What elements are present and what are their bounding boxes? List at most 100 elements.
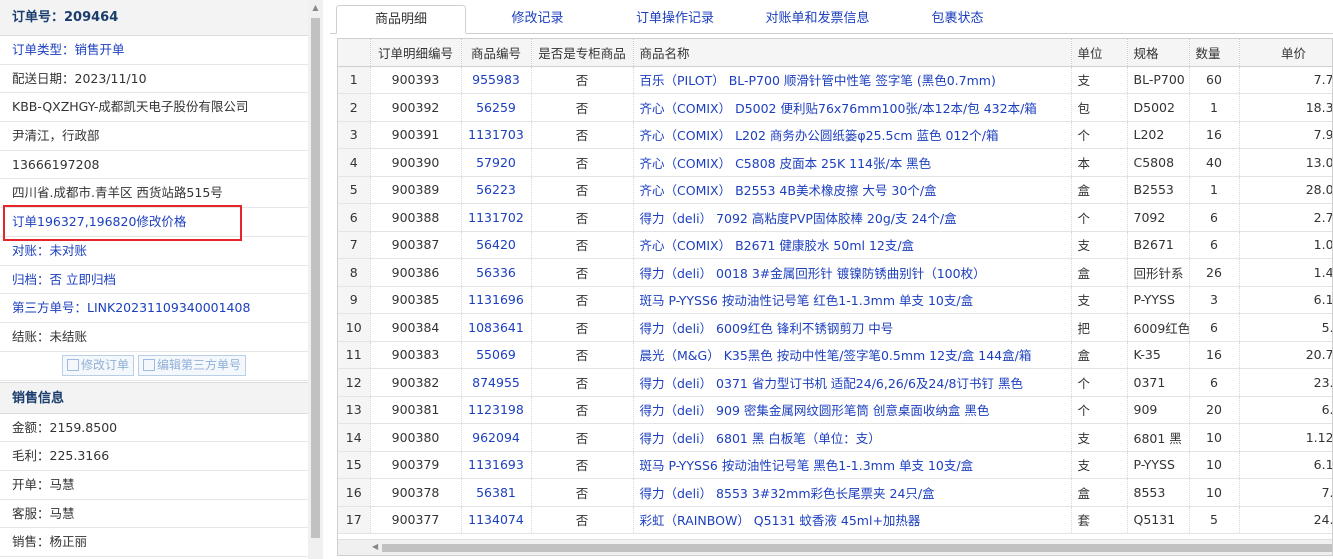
col-header-product-code[interactable]: 商品编号 [461, 39, 532, 67]
unit-price: 24.8 [1239, 506, 1332, 534]
product-code-link[interactable]: 1134074 [461, 506, 532, 534]
row-number: 15 [338, 451, 371, 479]
product-name-link[interactable]: 得力（deli） 909 密集金属网纹圆形笔筒 创意桌面收纳盒 黑色 [633, 396, 1072, 424]
col-header-detail-id[interactable]: 订单明细编号 [370, 39, 462, 67]
detail-id: 900385 [370, 286, 462, 314]
scroll-up-icon[interactable]: ▲ [308, 0, 323, 15]
product-name-link[interactable]: 得力（deli） 8553 3#32mm彩色长尾票夹 24只/盒 [633, 478, 1072, 507]
product-code-link[interactable]: 1131702 [461, 203, 532, 232]
product-code-link[interactable]: 874955 [461, 368, 532, 397]
table-row[interactable]: 6 900388 1131702 否得力（deli） 7092 高粘度PVP固体胶棒 … [338, 203, 1332, 232]
table-row[interactable]: 5 900389 56223 否齐心（COMIX） B2553 4B美术橡皮擦 大号 … [338, 176, 1332, 204]
product-name-link[interactable]: 齐心（COMIX） B2671 健康胶水 50ml 12支/盒 [633, 231, 1072, 259]
sales-profit: 毛利：225.3166 [0, 442, 308, 471]
table-row[interactable]: 12 900382 874955 否得力（deli） 0371 省力型订书机 适配24… [338, 368, 1332, 397]
product-code-link[interactable]: 57920 [461, 148, 532, 177]
table-row[interactable]: 4 900390 57920 否齐心（COMIX） C5808 皮面本 25K 114… [338, 148, 1332, 177]
product-code-link[interactable]: 56223 [461, 176, 532, 204]
product-name-link[interactable]: 齐心（COMIX） C5808 皮面本 25K 114张/本 黑色 [633, 148, 1072, 177]
row-number: 2 [338, 93, 371, 122]
product-code-link[interactable]: 56336 [461, 258, 532, 287]
col-header-unit[interactable]: 单位 [1071, 39, 1128, 67]
product-code-link[interactable]: 1131693 [461, 451, 532, 479]
col-header-price[interactable]: 单价 [1239, 39, 1332, 67]
product-code-link[interactable]: 1083641 [461, 313, 532, 342]
product-name-link[interactable]: 得力（deli） 6009红色 锋利不锈钢剪刀 中号 [633, 313, 1072, 342]
product-name-link[interactable]: 得力（deli） 6801 黑 白板笔（单位：支） [633, 423, 1072, 452]
product-name-link[interactable]: 百乐（PILOT） BL-P700 顺滑针管中性笔 签字笔 (黑色0.7mm) [633, 66, 1072, 94]
table-row[interactable]: 11 900383 55069 否晨光（M&G） K35黑色 按动中性笔/签字笔0.5… [338, 341, 1332, 369]
order-type-value[interactable]: 销售开单 [75, 42, 125, 57]
product-code-link[interactable]: 955983 [461, 66, 532, 94]
edit-order-button[interactable]: 修改订单 [61, 354, 134, 376]
detail-id: 900384 [370, 313, 462, 342]
tab-order-operation-log[interactable]: 订单操作记录 [610, 5, 740, 34]
counter-flag: 否 [531, 203, 634, 232]
table-row[interactable]: 14 900380 962094 否得力（deli） 6801 黑 白板笔（单位：支）… [338, 423, 1332, 452]
tab-package-status[interactable]: 包裹状态 [900, 5, 1015, 34]
tab-product-details[interactable]: 商品明细 [336, 5, 466, 34]
product-name-link[interactable]: 彩虹（RAINBOW） Q5131 蚊香液 45ml+加热器 [633, 506, 1072, 534]
grid-horizontal-scrollbar[interactable]: ◀ [338, 539, 1332, 555]
table-row[interactable]: 2 900392 56259 否齐心（COMIX） D5002 便利贴76x76mm1… [338, 93, 1332, 122]
spec: P-YYSS [1127, 451, 1190, 479]
reconcile-value[interactable]: 未对账 [50, 243, 88, 258]
edit-icon [66, 358, 79, 371]
third-party-value[interactable]: LINK20231109340001408 [87, 300, 250, 315]
counter-flag: 否 [531, 148, 634, 177]
product-code-link[interactable]: 56381 [461, 478, 532, 507]
tab-statement-invoice[interactable]: 对账单和发票信息 [745, 5, 890, 34]
edit-third-party-button[interactable]: 编辑第三方单号 [138, 354, 247, 376]
table-row[interactable]: 7 900387 56420 否齐心（COMIX） B2671 健康胶水 50ml 1… [338, 231, 1332, 259]
table-row[interactable]: 9 900385 1131696 否斑马 P-YYSS6 按动油性记号笔 红色1-1.… [338, 286, 1332, 314]
col-header-product-name[interactable]: 商品名称 [633, 39, 1072, 67]
product-code-link[interactable]: 1131696 [461, 286, 532, 314]
grid-scroll-thumb[interactable] [382, 544, 1332, 552]
left-vertical-scrollbar[interactable]: ▲ [308, 0, 323, 559]
table-row[interactable]: 15 900379 1131693 否斑马 P-YYSS6 按动油性记号笔 黑色1-1… [338, 451, 1332, 479]
spec: 6009红色 [1127, 313, 1190, 342]
archive-row: 归档：否 立即归档 [0, 266, 308, 295]
product-name-link[interactable]: 晨光（M&G） K35黑色 按动中性笔/签字笔0.5mm 12支/盒 144盒/… [633, 341, 1072, 369]
archive-now-link[interactable]: 否 立即归档 [50, 272, 116, 287]
product-code-link[interactable]: 962094 [461, 423, 532, 452]
detail-id: 900389 [370, 176, 462, 204]
product-code-link[interactable]: 55069 [461, 341, 532, 369]
scroll-thumb[interactable] [311, 18, 320, 538]
product-name-link[interactable]: 斑马 P-YYSS6 按动油性记号笔 黑色1-1.3mm 单支 10支/盒 [633, 451, 1072, 479]
detail-id: 900388 [370, 203, 462, 232]
unit: 包 [1071, 93, 1128, 122]
unit: 个 [1071, 121, 1128, 149]
unit: 盒 [1071, 478, 1128, 507]
table-row[interactable]: 8 900386 56336 否得力（deli） 0018 3#金属回形针 镀镍防锈曲… [338, 258, 1332, 287]
counter-flag: 否 [531, 231, 634, 259]
product-name-link[interactable]: 齐心（COMIX） D5002 便利贴76x76mm100张/本12本/包 43… [633, 93, 1072, 122]
tab-change-log[interactable]: 修改记录 [480, 5, 595, 34]
archive-label: 归档： [12, 271, 50, 287]
product-code-link[interactable]: 1131703 [461, 121, 532, 149]
product-name-link[interactable]: 得力（deli） 7092 高粘度PVP固体胶棒 20g/支 24个/盒 [633, 203, 1072, 232]
product-code-link[interactable]: 56420 [461, 231, 532, 259]
col-header-spec[interactable]: 规格 [1127, 39, 1190, 67]
col-header-qty[interactable]: 数量 [1189, 39, 1240, 67]
product-name-link[interactable]: 得力（deli） 0018 3#金属回形针 镀镍防锈曲别针（100枚） [633, 258, 1072, 287]
product-code-link[interactable]: 56259 [461, 93, 532, 122]
unit: 支 [1071, 286, 1128, 314]
table-row[interactable]: 3 900391 1131703 否齐心（COMIX） L202 商务办公圆纸篓φ25… [338, 121, 1332, 149]
col-header-counter[interactable]: 是否是专柜商品 [531, 39, 634, 67]
counter-flag: 否 [531, 368, 634, 397]
table-row[interactable]: 13 900381 1123198 否得力（deli） 909 密集金属网纹圆形笔筒 … [338, 396, 1332, 424]
counter-flag: 否 [531, 313, 634, 342]
scroll-left-icon[interactable]: ◀ [372, 542, 378, 551]
product-code-link[interactable]: 1123198 [461, 396, 532, 424]
unit: 个 [1071, 368, 1128, 397]
table-row[interactable]: 1 900393 955983 否百乐（PILOT） BL-P700 顺滑针管中性笔 … [338, 66, 1332, 94]
product-name-link[interactable]: 齐心（COMIX） B2553 4B美术橡皮擦 大号 30个/盒 [633, 176, 1072, 204]
product-name-link[interactable]: 齐心（COMIX） L202 商务办公圆纸篓φ25.5cm 蓝色 012个/箱 [633, 121, 1072, 149]
table-row[interactable]: 16 900378 56381 否得力（deli） 8553 3#32mm彩色长尾票夹… [338, 478, 1332, 507]
product-name-link[interactable]: 得力（deli） 0371 省力型订书机 适配24/6,26/6及24/8订书钉… [633, 368, 1072, 397]
counter-flag: 否 [531, 451, 634, 479]
table-row[interactable]: 10 900384 1083641 否得力（deli） 6009红色 锋利不锈钢剪刀 … [338, 313, 1332, 342]
product-name-link[interactable]: 斑马 P-YYSS6 按动油性记号笔 红色1-1.3mm 单支 10支/盒 [633, 286, 1072, 314]
table-row[interactable]: 17 900377 1134074 否彩虹（RAINBOW） Q5131 蚊香液 45… [338, 506, 1332, 534]
